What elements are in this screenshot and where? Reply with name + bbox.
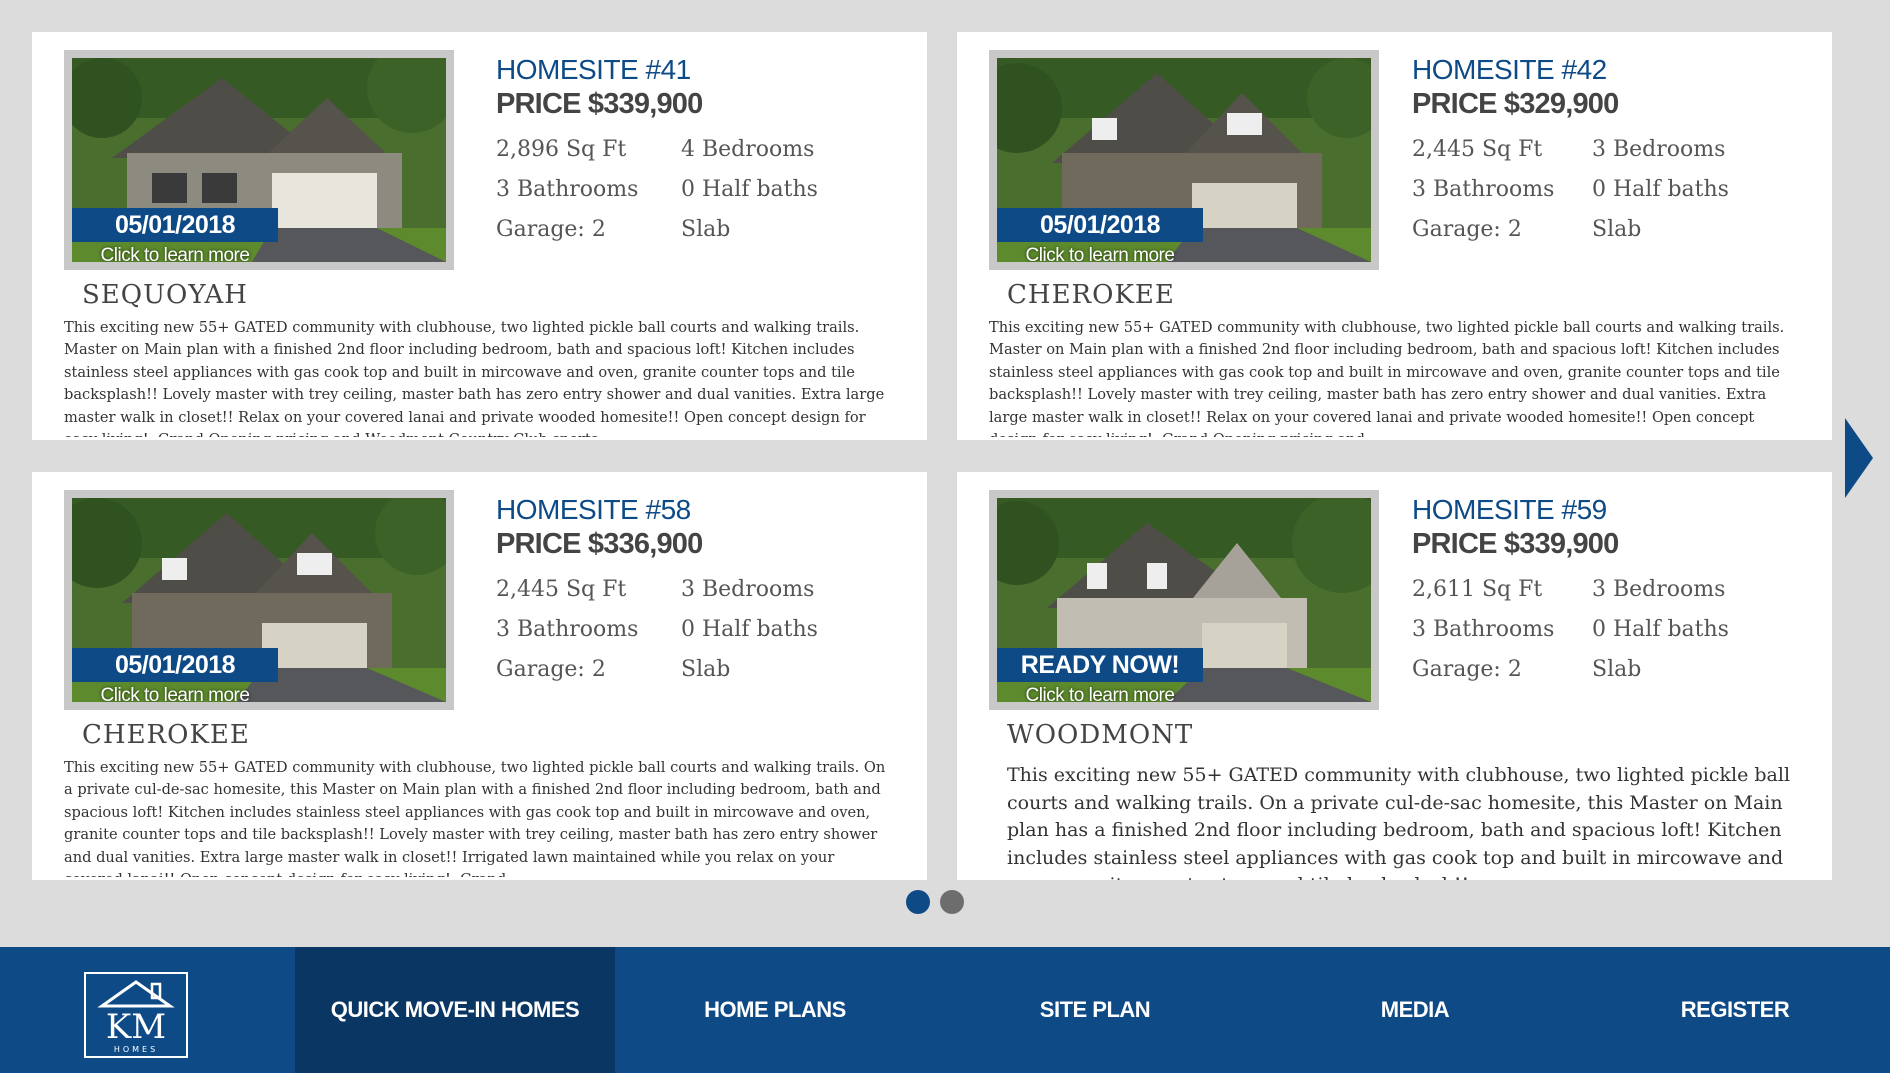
plan-name: CHEROKEE (1007, 280, 1175, 310)
learn-more-link[interactable]: Click to learn more (997, 682, 1203, 702)
garage: Garage: 2 (496, 217, 606, 242)
nav-site-plan[interactable]: SITE PLAN (935, 947, 1255, 1073)
price: PRICE $339,900 (1412, 528, 1619, 560)
bedrooms: 3 Bedrooms (1592, 137, 1726, 162)
bathrooms: 3 Bathrooms (1412, 617, 1555, 642)
homesite-title[interactable]: HOMESITE #41 (496, 54, 691, 86)
foundation: Slab (1592, 657, 1642, 682)
home-photo-frame[interactable]: 05/01/2018 Click to learn more (989, 50, 1379, 270)
sqft: 2,445 Sq Ft (1412, 137, 1543, 162)
garage: Garage: 2 (1412, 217, 1522, 242)
home-photo-frame[interactable]: 05/01/2018 Click to learn more (64, 50, 454, 270)
listing-badge[interactable]: 05/01/2018 (72, 208, 278, 242)
nav-register[interactable]: REGISTER (1575, 947, 1890, 1073)
description: This exciting new 55+ GATED community wi… (989, 319, 1785, 437)
listing-card[interactable]: READY NOW! Click to learn more HOMESITE … (957, 472, 1832, 880)
home-photo[interactable]: 05/01/2018 Click to learn more (72, 58, 446, 262)
bedrooms: 4 Bedrooms (681, 137, 815, 162)
footer-nav: KM HOMES QUICK MOVE-IN HOMES HOME PLANS … (0, 947, 1890, 1073)
nav-quick-move-in-homes[interactable]: QUICK MOVE-IN HOMES (295, 947, 615, 1073)
description: This exciting new 55+ GATED community wi… (1007, 764, 1791, 880)
foundation: Slab (681, 217, 731, 242)
house-icon: KM HOMES (97, 980, 175, 1054)
learn-more-link[interactable]: Click to learn more (997, 242, 1203, 262)
home-photo-frame[interactable]: READY NOW! Click to learn more (989, 490, 1379, 710)
bathrooms: 3 Bathrooms (496, 617, 639, 642)
homesite-title[interactable]: HOMESITE #59 (1412, 494, 1607, 526)
logo-text: KM (106, 1007, 166, 1047)
homesite-title[interactable]: HOMESITE #58 (496, 494, 691, 526)
listing-card[interactable]: 05/01/2018 Click to learn more HOMESITE … (32, 472, 927, 880)
home-photo[interactable]: 05/01/2018 Click to learn more (72, 498, 446, 702)
bedrooms: 3 Bedrooms (1592, 577, 1726, 602)
foundation: Slab (681, 657, 731, 682)
price: PRICE $336,900 (496, 528, 703, 560)
homesite-title[interactable]: HOMESITE #42 (1412, 54, 1607, 86)
learn-more-link[interactable]: Click to learn more (72, 242, 278, 262)
nav-home-plans[interactable]: HOME PLANS (615, 947, 935, 1073)
listing-badge[interactable]: 05/01/2018 (72, 648, 278, 682)
plan-name: CHEROKEE (82, 720, 250, 750)
home-photo[interactable]: READY NOW! Click to learn more (997, 498, 1371, 702)
listing-badge[interactable]: 05/01/2018 (997, 208, 1203, 242)
listing-card[interactable]: 05/01/2018 Click to learn more HOMESITE … (957, 32, 1832, 440)
chevron-right-icon[interactable] (1845, 418, 1873, 498)
plan-name: SEQUOYAH (82, 280, 248, 310)
bathrooms: 3 Bathrooms (1412, 177, 1555, 202)
price: PRICE $339,900 (496, 88, 703, 120)
sqft: 2,445 Sq Ft (496, 577, 627, 602)
home-photo[interactable]: 05/01/2018 Click to learn more (997, 58, 1371, 262)
half-baths: 0 Half baths (681, 617, 818, 642)
half-baths: 0 Half baths (1592, 617, 1729, 642)
home-photo-frame[interactable]: 05/01/2018 Click to learn more (64, 490, 454, 710)
logo-subtext: HOMES (114, 1045, 158, 1054)
pagination-dot-2[interactable] (940, 890, 964, 914)
garage: Garage: 2 (1412, 657, 1522, 682)
listing-badge[interactable]: READY NOW! (997, 648, 1203, 682)
foundation: Slab (1592, 217, 1642, 242)
pagination-dot-1[interactable] (906, 890, 930, 914)
plan-name: WOODMONT (1007, 720, 1194, 750)
half-baths: 0 Half baths (1592, 177, 1729, 202)
half-baths: 0 Half baths (681, 177, 818, 202)
km-homes-logo[interactable]: KM HOMES (84, 972, 188, 1058)
garage: Garage: 2 (496, 657, 606, 682)
description: This exciting new 55+ GATED community wi… (64, 759, 886, 877)
bedrooms: 3 Bedrooms (681, 577, 815, 602)
sqft: 2,611 Sq Ft (1412, 577, 1543, 602)
listing-card[interactable]: 05/01/2018 Click to learn more HOMESITE … (32, 32, 927, 440)
bathrooms: 3 Bathrooms (496, 177, 639, 202)
nav-media[interactable]: MEDIA (1255, 947, 1575, 1073)
sqft: 2,896 Sq Ft (496, 137, 627, 162)
description: This exciting new 55+ GATED community wi… (64, 319, 885, 437)
price: PRICE $329,900 (1412, 88, 1619, 120)
learn-more-link[interactable]: Click to learn more (72, 682, 278, 702)
